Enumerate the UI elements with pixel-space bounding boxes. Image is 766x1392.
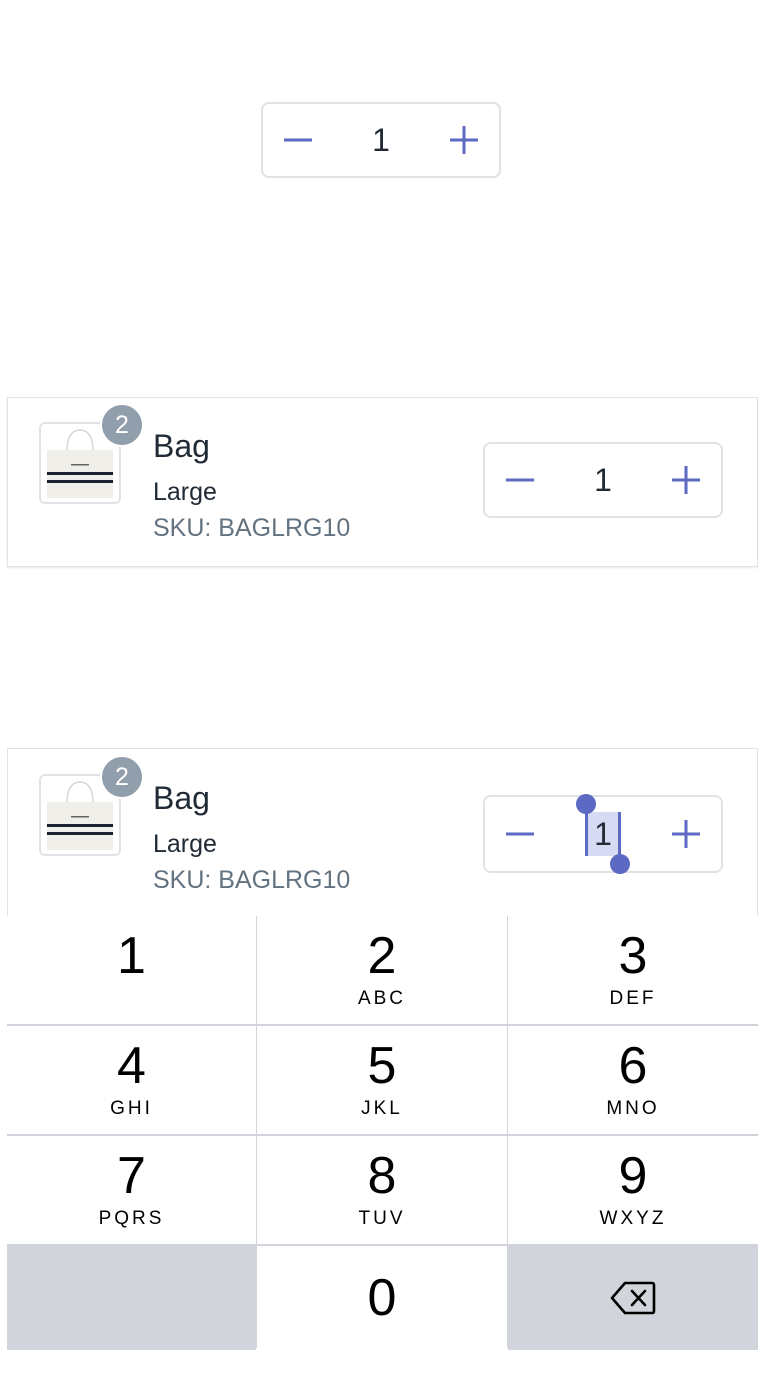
increment-button[interactable] [651,797,721,871]
key-digit: 7 [117,1147,146,1205]
key-digit: 0 [367,1269,397,1327]
numeric-keypad: 1 2 ABC 3 DEF 4 GHI 5 JKL 6 MNO 7 PQRS 8… [7,916,758,1350]
key-blank [7,1246,256,1350]
selection-knob-end[interactable] [610,854,630,874]
quantity-stepper[interactable]: 1 [483,794,723,874]
quantity-badge: 2 [100,755,144,799]
decrement-button[interactable] [263,104,333,176]
line-item-card: 2 Bag Large SKU: BAGLRG10 1 [7,397,758,567]
product-name: Bag [153,780,210,816]
key-letters: DEF [609,988,657,1009]
key-5[interactable]: 5 JKL [257,1026,507,1134]
key-letters: GHI [110,1098,153,1119]
key-letters: JKL [361,1098,403,1119]
key-digit: 8 [367,1147,397,1205]
minus-icon [506,832,534,836]
key-letters: MNO [606,1098,660,1119]
key-1[interactable]: 1 [7,916,256,1024]
product-sku: SKU: BAGLRG10 [153,514,351,542]
key-letters: WXYZ [599,1208,667,1229]
increment-button[interactable] [429,104,499,176]
key-0[interactable]: 0 [257,1246,507,1350]
key-8[interactable]: 8 TUV [257,1136,507,1244]
key-digit: 5 [367,1037,397,1095]
minus-icon [284,138,312,142]
quantity-value[interactable]: 1 [555,444,651,516]
key-digit: 1 [117,927,146,985]
key-digit: 4 [117,1037,146,1095]
key-9[interactable]: 9 WXYZ [508,1136,758,1244]
delete-key[interactable] [508,1246,758,1350]
decrement-button[interactable] [485,444,555,516]
key-4[interactable]: 4 GHI [7,1026,256,1134]
quantity-stepper[interactable]: 1 [261,102,501,178]
key-letters: ABC [357,988,407,1009]
key-letters: PQRS [98,1208,165,1229]
key-digit: 2 [367,927,397,985]
product-sku: SKU: BAGLRG10 [153,866,351,894]
text-selection[interactable]: 1 [576,794,630,874]
minus-icon [506,478,534,482]
quantity-value: 1 [594,815,612,852]
product-variant: Large [153,478,217,506]
plus-icon [450,126,478,154]
quantity-badge: 2 [100,403,144,447]
backspace-icon [610,1281,656,1315]
plus-icon [672,466,700,494]
key-7[interactable]: 7 PQRS [7,1136,256,1244]
selection-knob-start[interactable] [576,794,596,814]
product-variant: Large [153,830,217,858]
plus-icon [672,820,700,848]
selection-handle-end[interactable] [618,812,621,856]
line-item-card-editing: 2 Bag Large SKU: BAGLRG10 1 [7,748,758,916]
key-digit: 3 [618,927,648,985]
quantity-value[interactable]: 1 [333,104,429,176]
key-6[interactable]: 6 MNO [508,1026,758,1134]
key-letters: TUV [358,1208,406,1229]
key-digit: 6 [618,1037,648,1095]
decrement-button[interactable] [485,797,555,871]
increment-button[interactable] [651,444,721,516]
selection-handle-start[interactable] [585,812,588,856]
key-3[interactable]: 3 DEF [508,916,758,1024]
key-digit: 9 [618,1147,648,1205]
quantity-input-focused[interactable]: 1 [555,794,651,874]
product-name: Bag [153,428,210,464]
key-2[interactable]: 2 ABC [257,916,507,1024]
quantity-stepper[interactable]: 1 [483,442,723,518]
